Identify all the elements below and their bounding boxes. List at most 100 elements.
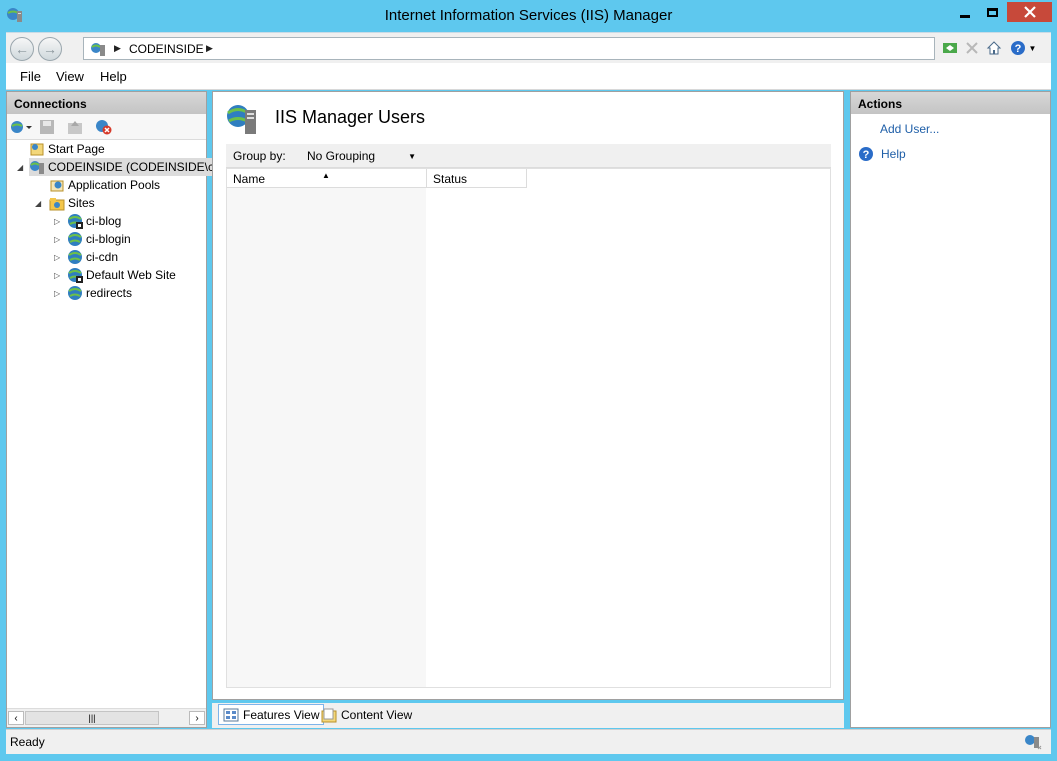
save-icon[interactable] bbox=[39, 119, 55, 135]
tree-sites[interactable]: Sites bbox=[49, 194, 95, 212]
tree-site-label: ci-blogin bbox=[86, 232, 131, 246]
maximize-button[interactable] bbox=[979, 2, 1006, 22]
stopped-site-globe-icon bbox=[68, 214, 83, 229]
features-view-tab[interactable]: Features View bbox=[218, 704, 325, 725]
server-icon bbox=[30, 161, 44, 174]
menu-file[interactable]: File bbox=[20, 69, 41, 84]
site-globe-icon bbox=[68, 250, 82, 264]
close-icon bbox=[1023, 6, 1036, 18]
stop-button[interactable] bbox=[961, 37, 983, 59]
column-header-name[interactable]: Name ▲ bbox=[227, 169, 427, 188]
application-pools-icon bbox=[50, 180, 64, 192]
iis-manager-window: Internet Information Services (IIS) Mana… bbox=[0, 0, 1057, 761]
add-user-link[interactable]: Add User... bbox=[880, 122, 939, 136]
collapsed-arrow-icon[interactable]: ▷ bbox=[54, 217, 60, 226]
expand-arrow-icon[interactable]: ◢ bbox=[35, 199, 41, 208]
site-globe-icon bbox=[68, 232, 82, 246]
collapsed-arrow-icon[interactable]: ▷ bbox=[54, 253, 60, 262]
minimize-icon bbox=[959, 14, 970, 18]
close-button[interactable] bbox=[1007, 2, 1052, 22]
menu-help[interactable]: Help bbox=[100, 69, 127, 84]
connections-panel: Connections Start Page ◢ CODEINSIDE (COD… bbox=[6, 91, 225, 728]
forward-button[interactable]: → bbox=[38, 37, 62, 61]
site-globe-icon bbox=[68, 286, 82, 300]
actions-panel: Actions Add User... ? Help bbox=[850, 91, 1051, 728]
group-by-value: No Grouping bbox=[307, 149, 376, 163]
connections-toolbar bbox=[7, 114, 206, 140]
menu-view[interactable]: View bbox=[56, 69, 84, 84]
window-title: Internet Information Services (IIS) Mana… bbox=[384, 7, 673, 24]
main-content-panel: IIS Manager Users Group by: No Grouping … bbox=[212, 91, 844, 700]
disconnect-icon[interactable] bbox=[95, 119, 113, 135]
stopped-site-globe-icon bbox=[68, 268, 83, 283]
refresh-button[interactable] bbox=[939, 37, 961, 59]
content-view-label: Content View bbox=[341, 707, 413, 722]
connect-globe-icon[interactable] bbox=[10, 119, 34, 135]
connections-horizontal-scrollbar[interactable]: ‹ ||| › bbox=[7, 708, 206, 727]
breadcrumb-separator-icon[interactable]: ▶ bbox=[114, 43, 121, 54]
collapsed-arrow-icon[interactable]: ▷ bbox=[54, 289, 60, 298]
expand-arrow-icon[interactable]: ◢ bbox=[17, 163, 23, 172]
iis-manager-users-icon bbox=[227, 105, 256, 134]
tree-sites-label: Sites bbox=[68, 196, 95, 210]
scrollbar-thumb[interactable]: ||| bbox=[25, 711, 159, 725]
server-status-icon bbox=[1025, 735, 1042, 750]
up-level-icon[interactable] bbox=[67, 119, 83, 135]
back-arrow-icon: ← bbox=[15, 41, 29, 57]
tree-site-label: Default Web Site bbox=[86, 268, 176, 282]
features-view-label: Features View bbox=[243, 707, 320, 722]
home-icon bbox=[986, 41, 1002, 55]
help-dropdown[interactable]: ? ▼ bbox=[1005, 37, 1041, 59]
group-by-select[interactable]: No Grouping ▼ bbox=[304, 147, 420, 165]
group-by-label: Group by: bbox=[233, 149, 286, 163]
tree-application-pools-label: Application Pools bbox=[68, 178, 161, 192]
users-list: Name ▲ Status bbox=[226, 168, 831, 688]
chevron-down-icon: ▼ bbox=[1028, 43, 1037, 53]
sites-folder-icon bbox=[49, 198, 65, 211]
help-link[interactable]: ? Help bbox=[858, 146, 906, 162]
column-name-label: Name bbox=[233, 172, 266, 186]
tree-site-item[interactable]: redirects bbox=[67, 284, 132, 302]
tree-start-page[interactable]: Start Page bbox=[29, 140, 105, 158]
content-view-tab[interactable]: Content View bbox=[317, 704, 416, 725]
home-button[interactable] bbox=[983, 37, 1005, 59]
tree-application-pools[interactable]: Application Pools bbox=[49, 176, 160, 194]
view-switcher: Features View Content View bbox=[212, 703, 844, 728]
server-icon bbox=[91, 43, 105, 56]
tree-site-item[interactable]: Default Web Site bbox=[67, 266, 176, 284]
tree-site-item[interactable]: ci-blogin bbox=[67, 230, 131, 248]
scroll-left-arrow-icon[interactable]: ‹ bbox=[8, 711, 24, 725]
content-view-icon bbox=[321, 708, 337, 722]
help-link-label: Help bbox=[881, 147, 906, 161]
name-column-shading bbox=[227, 188, 426, 687]
address-bar[interactable]: ▶ CODEINSIDE ▶ bbox=[83, 37, 935, 60]
tree-start-page-label: Start Page bbox=[48, 142, 105, 156]
collapsed-arrow-icon[interactable]: ▷ bbox=[54, 235, 60, 244]
back-button[interactable]: ← bbox=[10, 37, 34, 61]
start-page-icon bbox=[30, 143, 44, 156]
minimize-button[interactable] bbox=[951, 2, 978, 22]
tree-site-label: redirects bbox=[86, 286, 133, 300]
tree-server-node[interactable]: CODEINSIDE (CODEINSIDE\co bbox=[29, 158, 225, 176]
stop-icon bbox=[966, 42, 978, 54]
actions-header: Actions bbox=[851, 92, 1050, 114]
column-header-status[interactable]: Status bbox=[427, 169, 527, 188]
breadcrumb-separator-icon[interactable]: ▶ bbox=[206, 43, 213, 54]
maximize-icon bbox=[987, 7, 998, 17]
tree-site-label: ci-cdn bbox=[86, 250, 119, 264]
navigation-bar: ← → ▶ CODEINSIDE ▶ ? ▼ bbox=[6, 32, 1051, 63]
collapsed-arrow-icon[interactable]: ▷ bbox=[54, 271, 60, 280]
tree-site-label: ci-blog bbox=[86, 214, 122, 228]
help-icon: ? bbox=[1010, 41, 1025, 55]
forward-arrow-icon: → bbox=[43, 41, 57, 57]
nav-toolbar: ? ▼ bbox=[939, 37, 1041, 59]
sort-ascending-icon: ▲ bbox=[322, 171, 330, 180]
scroll-right-arrow-icon[interactable]: › bbox=[189, 711, 205, 725]
connections-header: Connections bbox=[7, 92, 206, 114]
tree-site-item[interactable]: ci-blog bbox=[67, 212, 121, 230]
tree-server-label: CODEINSIDE (CODEINSIDE\co bbox=[48, 160, 221, 174]
tree-site-item[interactable]: ci-cdn bbox=[67, 248, 118, 266]
status-bar: Ready bbox=[6, 729, 1051, 754]
breadcrumb-codeinside[interactable]: CODEINSIDE bbox=[129, 42, 204, 56]
group-by-bar: Group by: No Grouping ▼ bbox=[226, 144, 831, 168]
